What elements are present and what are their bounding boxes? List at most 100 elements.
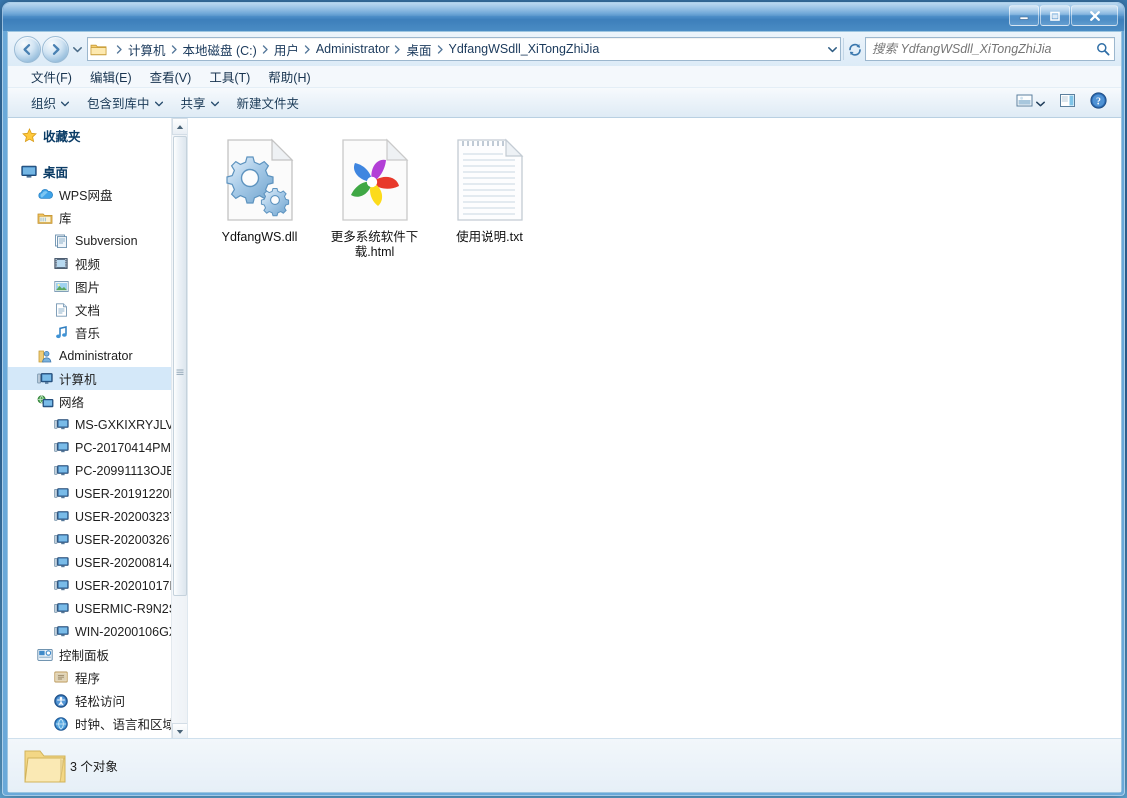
subversion-icon — [52, 234, 70, 248]
search-input[interactable] — [866, 42, 1092, 56]
command-toolbar: 组织 包含到库中 共享 新建文件夹 ? — [8, 88, 1121, 118]
navigation-pane: 收藏夹 桌面 WPS网盘 库 Subversion 视频 图片 文档 音乐 Ad… — [8, 118, 188, 740]
breadcrumb-separator-icon — [302, 44, 313, 54]
sidebar-item-programs[interactable]: 程序 — [8, 666, 174, 689]
sidebar-item-documents[interactable]: 文档 — [8, 298, 174, 321]
help-button[interactable]: ? — [1084, 88, 1113, 118]
explorer-window: 计算机 本地磁盘 (C:) 用户 Administrator 桌面 Ydfang… — [2, 2, 1125, 796]
file-name: YdfangWS.dll — [221, 230, 298, 244]
sidebar-label: 文档 — [75, 304, 101, 318]
sidebar-item-favorites[interactable]: 收藏夹 — [8, 124, 174, 147]
sidebar-label: 计算机 — [59, 373, 97, 387]
sidebar-item-pc-7[interactable]: USER-20201017N — [8, 574, 174, 597]
status-bar: 3 个对象 — [8, 738, 1121, 792]
user-icon — [36, 349, 54, 363]
refresh-button[interactable] — [843, 38, 865, 60]
file-item-dll[interactable]: YdfangWS.dll — [202, 130, 317, 260]
sidebar-item-desktop[interactable]: 桌面 — [8, 160, 174, 183]
controlpanel-icon — [36, 648, 54, 662]
preview-pane-button[interactable] — [1053, 89, 1082, 117]
organize-label: 组织 — [31, 97, 57, 111]
new-folder-button[interactable]: 新建文件夹 — [228, 88, 309, 117]
documents-icon — [52, 302, 70, 317]
sidebar-item-subversion[interactable]: Subversion — [8, 229, 174, 252]
sidebar-item-pc-6[interactable]: USER-20200814A — [8, 551, 174, 574]
breadcrumb-list: 计算机 本地磁盘 (C:) 用户 Administrator 桌面 Ydfang… — [110, 38, 824, 61]
chevron-down-icon — [1036, 94, 1045, 112]
sidebar-label: 轻松访问 — [75, 695, 126, 709]
chevron-down-icon — [154, 96, 163, 110]
breadcrumb-item-0[interactable]: 计算机 — [125, 38, 169, 61]
breadcrumb-bar[interactable]: 计算机 本地磁盘 (C:) 用户 Administrator 桌面 Ydfang… — [87, 37, 841, 61]
sidebar-label: WPS网盘 — [59, 189, 113, 203]
menu-item-edit[interactable]: 编辑(E) — [81, 65, 141, 88]
breadcrumb-item-5[interactable]: YdfangWSdll_XiTongZhiJia — [446, 40, 603, 58]
minimize-button[interactable] — [1009, 5, 1039, 26]
breadcrumb-item-3[interactable]: Administrator — [313, 40, 393, 58]
sidebar-item-administrator[interactable]: Administrator — [8, 344, 174, 367]
sidebar-item-wps-cloud[interactable]: WPS网盘 — [8, 183, 174, 206]
sidebar-item-pc-2[interactable]: PC-20991113OJB — [8, 459, 174, 482]
menu-item-help[interactable]: 帮助(H) — [259, 65, 319, 88]
programs-icon — [52, 671, 70, 684]
scrollbar-grip-icon — [176, 363, 184, 375]
address-dropdown-icon[interactable] — [824, 46, 840, 53]
share-button[interactable]: 共享 — [172, 88, 228, 117]
sidebar-item-videos[interactable]: 视频 — [8, 252, 174, 275]
menu-item-view[interactable]: 查看(V) — [141, 65, 201, 88]
dll-gear-icon — [215, 134, 305, 226]
include-in-library-button[interactable]: 包含到库中 — [78, 88, 172, 117]
clock-icon — [52, 716, 70, 731]
view-layout-icon — [1016, 93, 1033, 113]
sidebar-item-music[interactable]: 音乐 — [8, 321, 174, 344]
share-label: 共享 — [180, 97, 206, 111]
sidebar-label: USERMIC-R9N2S — [75, 601, 172, 616]
sidebar-label: USER-20200814A — [75, 555, 172, 570]
file-name: 使用说明.txt — [456, 230, 523, 244]
explorer-body: 计算机 本地磁盘 (C:) 用户 Administrator 桌面 Ydfang… — [7, 31, 1122, 793]
sidebar-item-clock-language-region[interactable]: 时钟、语言和区域 — [8, 712, 174, 735]
recent-locations-button[interactable] — [72, 46, 83, 53]
sidebar-item-pc-5[interactable]: USER-20200326Y — [8, 528, 174, 551]
breadcrumb-item-1[interactable]: 本地磁盘 (C:) — [180, 38, 260, 61]
breadcrumb-item-4[interactable]: 桌面 — [403, 38, 434, 61]
star-icon — [20, 128, 38, 143]
menu-item-file[interactable]: 文件(F) — [22, 65, 81, 88]
file-item-html[interactable]: 更多系统软件下载.html — [317, 130, 432, 260]
forward-button[interactable] — [42, 35, 69, 63]
sidebar-label: 网络 — [59, 396, 85, 410]
sidebar-label: 收藏夹 — [43, 130, 81, 144]
sidebar-item-ease-of-access[interactable]: 轻松访问 — [8, 689, 174, 712]
sidebar-item-computer[interactable]: 计算机 — [8, 367, 174, 390]
sidebar-item-pictures[interactable]: 图片 — [8, 275, 174, 298]
menu-item-tools[interactable]: 工具(T) — [200, 65, 259, 88]
sidebar-item-pc-3[interactable]: USER-20191220N — [8, 482, 174, 505]
sidebar-label: USER-20201017N — [75, 578, 172, 593]
sidebar-item-network[interactable]: 网络 — [8, 390, 174, 413]
sidebar-item-pc-0[interactable]: MS-GXKIXRYJLV — [8, 413, 174, 436]
sidebar-item-pc-4[interactable]: USER-20200323Y — [8, 505, 174, 528]
organize-button[interactable]: 组织 — [22, 88, 78, 117]
breadcrumb-item-2[interactable]: 用户 — [271, 38, 302, 61]
video-icon — [52, 257, 70, 270]
change-view-button[interactable] — [1010, 89, 1051, 117]
scroll-up-button[interactable] — [172, 118, 187, 135]
pc-icon — [52, 602, 70, 615]
sidebar-item-pc-1[interactable]: PC-20170414PM — [8, 436, 174, 459]
navigation-scrollbar[interactable] — [171, 118, 187, 740]
search-box[interactable] — [865, 37, 1115, 61]
file-item-txt[interactable]: 使用说明.txt — [432, 130, 547, 260]
sidebar-item-control-panel[interactable]: 控制面板 — [8, 643, 174, 666]
breadcrumb-separator-icon — [260, 44, 271, 54]
sidebar-item-pc-9[interactable]: WIN-20200106GX — [8, 620, 174, 643]
sidebar-item-libraries[interactable]: 库 — [8, 206, 174, 229]
sidebar-item-pc-8[interactable]: USERMIC-R9N2S — [8, 597, 174, 620]
maximize-button[interactable] — [1040, 5, 1070, 26]
scrollbar-thumb[interactable] — [173, 136, 187, 596]
file-list-view[interactable]: YdfangWS.dll 更多系统软件下载.html 使用说明.txt — [188, 118, 1121, 740]
sidebar-label: 图片 — [75, 281, 101, 295]
cloud-icon — [36, 188, 54, 201]
close-button[interactable] — [1071, 5, 1118, 26]
back-button[interactable] — [14, 35, 41, 63]
address-bar-row: 计算机 本地磁盘 (C:) 用户 Administrator 桌面 Ydfang… — [8, 32, 1121, 66]
